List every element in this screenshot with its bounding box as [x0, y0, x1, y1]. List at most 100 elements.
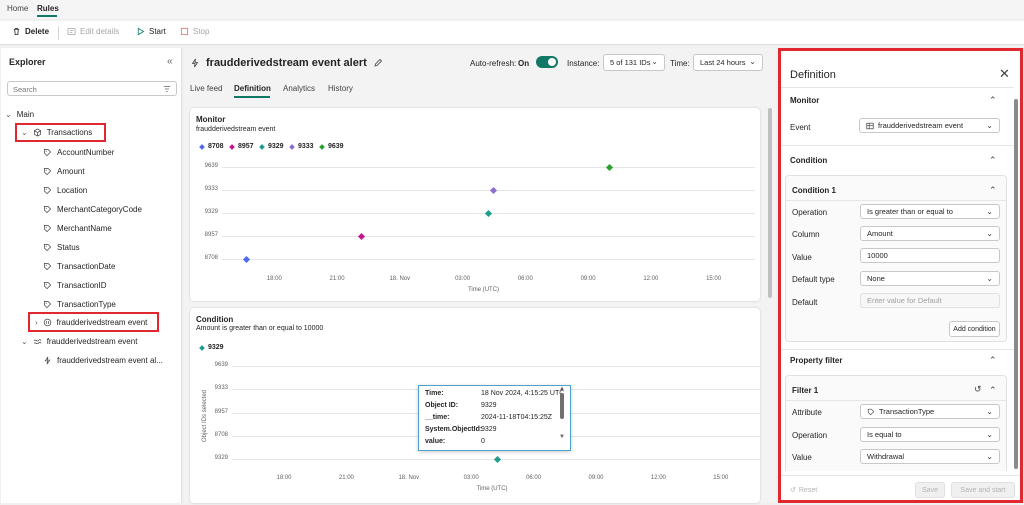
tree-property-item[interactable]: Status — [43, 243, 80, 252]
legend-item[interactable]: 8708 — [199, 143, 224, 150]
filter-operation-dropdown[interactable]: Is equal to ⌄ — [860, 427, 1000, 442]
divider — [781, 145, 1014, 146]
event-value: fraudderivedstream event — [878, 121, 964, 130]
collapse-pane-icon[interactable]: « — [167, 56, 173, 67]
x-tick-label: 06:00 — [517, 276, 533, 282]
save-button[interactable]: Save — [915, 482, 945, 498]
tree-property-item[interactable]: Amount — [43, 167, 85, 176]
legend-marker — [289, 143, 295, 150]
x-tick-label: 18. Nov — [389, 276, 411, 282]
tree-property-item[interactable]: MerchantCategoryCode — [43, 205, 142, 214]
delete-label: Delete — [25, 27, 50, 36]
reset-button[interactable]: ↺ Reset — [790, 486, 817, 495]
pencil-icon[interactable] — [373, 58, 383, 68]
tree-root-main[interactable]: ⌄ Main — [5, 110, 34, 119]
tag-icon — [43, 224, 52, 233]
column-value: Amount — [867, 229, 893, 238]
explorer-search[interactable] — [7, 81, 177, 96]
trash-icon — [13, 27, 20, 36]
data-point[interactable] — [242, 255, 250, 263]
tree-property-item[interactable]: TransactionDate — [43, 262, 115, 271]
stream-icon — [33, 339, 42, 345]
tree-property-label: AccountNumber — [57, 148, 115, 157]
tree-rule-item[interactable]: fraudderivedstream event al... — [43, 356, 163, 365]
data-point[interactable] — [485, 209, 493, 217]
default-type-dropdown[interactable]: None ⌄ — [860, 271, 1000, 286]
chevron-up-icon[interactable]: ⌃ — [989, 95, 997, 106]
instance-dropdown[interactable]: 5 of 131 IDs ⌄ — [603, 54, 665, 71]
time-dropdown[interactable]: Last 24 hours ⌄ — [693, 54, 763, 71]
x-tick-label: 21:00 — [329, 276, 345, 282]
chevron-up-icon[interactable]: ⌃ — [989, 355, 997, 366]
tab-rules[interactable]: Rules — [37, 4, 59, 13]
monitor-chart: 8708 8957 9329 9333 9639 9639 9333 9329 8957 8708… — [190, 136, 760, 301]
legend-marker — [319, 143, 325, 150]
data-point[interactable] — [490, 186, 498, 194]
tree-property-item[interactable]: TransactionType — [43, 300, 116, 309]
start-button[interactable]: Start — [136, 27, 166, 36]
panel-scrollbar[interactable] — [1014, 99, 1018, 469]
gridline — [222, 236, 755, 237]
legend-item[interactable]: 9329 — [199, 344, 224, 351]
x-axis-title: Time (UTC) — [467, 287, 500, 293]
filter-icon[interactable] — [163, 85, 171, 93]
value-label: Value — [792, 253, 812, 262]
tab-analytics[interactable]: Analytics — [283, 84, 315, 93]
edit-details-button[interactable]: Edit details — [67, 27, 119, 36]
scroll-down-icon[interactable]: ▼ — [559, 434, 565, 440]
legend-label: 9329 — [268, 143, 284, 150]
tree-property-item[interactable]: AccountNumber — [43, 148, 114, 157]
attribute-dropdown[interactable]: TransactionType ⌄ — [860, 404, 1000, 419]
tooltip-key: System.ObjectId: — [425, 426, 483, 433]
delete-button[interactable]: Delete — [12, 27, 49, 36]
chevron-up-icon[interactable]: ⌃ — [989, 185, 997, 196]
legend-marker — [259, 143, 265, 150]
tree-property-item[interactable]: MerchantName — [43, 224, 112, 233]
tab-home[interactable]: Home — [7, 4, 28, 13]
column-dropdown[interactable]: Amount ⌄ — [860, 226, 1000, 241]
tooltip-value: 9329 — [481, 426, 497, 433]
scroll-up-icon[interactable]: ▲ — [559, 386, 565, 392]
save-and-start-button[interactable]: Save and start — [951, 482, 1015, 498]
attribute-value: TransactionType — [879, 407, 935, 416]
tag-icon — [43, 148, 52, 157]
legend-item[interactable]: 9639 — [319, 143, 344, 150]
tree-property-label: Amount — [57, 167, 85, 176]
legend-item[interactable]: 9333 — [289, 143, 314, 150]
value-input[interactable]: 10000 — [860, 248, 1000, 263]
tree-property-label: TransactionID — [57, 281, 107, 290]
tab-live-feed[interactable]: Live feed — [190, 84, 222, 93]
data-point[interactable] — [493, 455, 501, 463]
definition-panel: Definition ✕ Monitor ⌃ Event fraudderive… — [778, 48, 1023, 503]
tab-history[interactable]: History — [328, 84, 353, 93]
close-icon[interactable]: ✕ — [999, 66, 1010, 82]
tree-property-label: Location — [57, 186, 88, 195]
data-point[interactable] — [605, 163, 613, 171]
legend-item[interactable]: 9329 — [259, 143, 284, 150]
operation-dropdown[interactable]: Is greater than or equal to ⌄ — [860, 204, 1000, 219]
x-tick-label: 18. Nov — [398, 475, 420, 482]
tree-property-item[interactable]: Location — [43, 186, 87, 195]
reset-filter-icon[interactable]: ↺ — [974, 384, 982, 395]
auto-refresh-toggle[interactable] — [536, 56, 558, 68]
condition-card: Condition Amount is greater than or equa… — [190, 308, 762, 503]
tab-definition[interactable]: Definition — [234, 84, 271, 93]
filter-value-dropdown[interactable]: Withdrawal ⌄ — [860, 449, 1000, 464]
data-point[interactable] — [357, 232, 365, 240]
default-input[interactable]: Enter value for Default — [860, 293, 1000, 308]
stop-button[interactable]: Stop — [180, 27, 209, 36]
auto-refresh-state: On — [518, 59, 530, 68]
legend-item[interactable]: 8957 — [229, 143, 254, 150]
tree-stream-item[interactable]: ⌄ fraudderivedstream event — [21, 337, 137, 346]
tag-icon — [43, 186, 52, 195]
chevron-up-icon[interactable]: ⌃ — [989, 385, 997, 396]
add-condition-button[interactable]: Add condition — [949, 321, 1000, 337]
event-dropdown[interactable]: fraudderivedstream event ⌄ — [859, 118, 1000, 133]
explorer-search-input[interactable] — [13, 84, 153, 94]
tooltip-key: __time: — [425, 414, 450, 421]
tooltip-scrollbar[interactable] — [560, 393, 564, 419]
main-scrollbar[interactable] — [768, 108, 772, 298]
tree-property-item[interactable]: TransactionID — [43, 281, 107, 290]
rule-icon — [44, 356, 51, 365]
chevron-up-icon[interactable]: ⌃ — [989, 155, 997, 166]
